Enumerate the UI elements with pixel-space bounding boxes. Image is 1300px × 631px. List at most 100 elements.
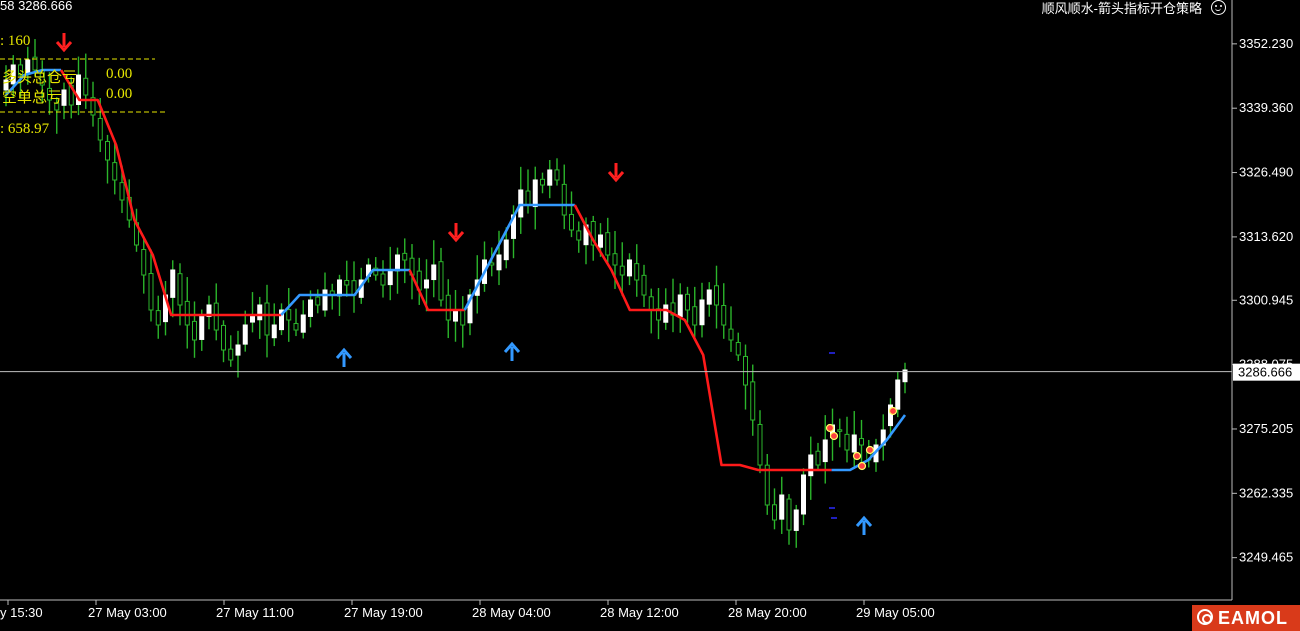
- candle-body: [286, 309, 292, 321]
- trade-marker: [825, 423, 835, 433]
- candle-body: [808, 454, 814, 477]
- candle-body: [569, 213, 574, 231]
- logo-text: EAMOL: [1218, 608, 1288, 628]
- candle-body: [663, 304, 669, 323]
- candle-body: [271, 324, 277, 339]
- candle-body: [264, 302, 270, 336]
- candle-body: [859, 438, 864, 446]
- current-price-label: 3286.666: [1233, 363, 1300, 381]
- trade-marker: [888, 406, 898, 416]
- info-line-3: 空单总亏: [2, 90, 63, 106]
- candle-body: [532, 179, 538, 208]
- candle-body: [540, 178, 545, 186]
- candle-body: [605, 232, 611, 256]
- candle-body: [706, 289, 712, 305]
- candle-body: [525, 190, 531, 206]
- candle-body: [293, 323, 299, 331]
- trade-marker: [852, 451, 862, 461]
- candle-body: [148, 273, 154, 311]
- candle-body: [257, 304, 263, 321]
- x-tick-label: y 15:30: [0, 605, 43, 620]
- info-line-1: : 160: [0, 33, 31, 49]
- candle-body: [561, 183, 567, 216]
- candle-body: [170, 269, 176, 298]
- trade-marker: [829, 431, 839, 441]
- candle-body: [518, 189, 524, 218]
- x-tick-label: 28 May 20:00: [728, 605, 807, 620]
- trade-marker: [857, 461, 867, 471]
- candle-body: [177, 273, 183, 306]
- smile-icon[interactable]: [1211, 0, 1226, 15]
- info-line-2-value: 0.00: [106, 66, 133, 82]
- x-tick-label: 28 May 04:00: [472, 605, 551, 620]
- candle-body: [895, 379, 901, 410]
- price-readout: 58 3286.666: [0, 0, 73, 13]
- candle-body: [228, 348, 234, 361]
- candle-body: [105, 140, 110, 161]
- y-tick-label: 3249.465: [1239, 550, 1293, 565]
- candle-body: [699, 299, 705, 326]
- info-line-2: 多头总仓亏: [2, 70, 78, 86]
- trade-marker: [865, 445, 875, 455]
- y-tick-label: 3300.945: [1239, 292, 1293, 307]
- eamol-logo: EAMOL: [1192, 605, 1300, 631]
- candle-body: [387, 269, 393, 286]
- candle-body: [822, 439, 828, 463]
- candle-body: [242, 324, 248, 345]
- candle-body: [692, 306, 698, 326]
- y-tick-label: 3339.360: [1239, 100, 1293, 115]
- candle-body: [677, 294, 683, 318]
- candle-body: [184, 300, 190, 326]
- candle-body: [119, 182, 125, 201]
- candle-body: [300, 314, 306, 333]
- candle-body: [685, 293, 690, 311]
- candle-body: [801, 474, 806, 515]
- candle-body: [503, 239, 509, 261]
- candle-body: [97, 117, 103, 141]
- candle-body: [83, 77, 89, 96]
- candle-body: [141, 249, 147, 276]
- candle-body: [612, 253, 618, 266]
- candle-body: [235, 344, 241, 356]
- candle-body: [395, 254, 400, 272]
- candle-body: [344, 279, 350, 286]
- candle-body: [793, 509, 799, 531]
- y-tick-label: 3313.620: [1239, 229, 1293, 244]
- candle-body: [547, 169, 553, 186]
- candle-body: [337, 279, 342, 297]
- y-tick-label: 3275.205: [1239, 421, 1293, 436]
- candle-body: [554, 169, 560, 181]
- candle-body: [315, 296, 321, 306]
- y-tick-label: 3326.490: [1239, 165, 1293, 180]
- candle-body: [648, 296, 654, 311]
- candle-body: [743, 355, 748, 386]
- candle-body: [714, 285, 719, 306]
- candle-body: [779, 494, 785, 520]
- candle-body: [496, 254, 502, 271]
- candle-body: [634, 263, 640, 281]
- candle-body: [772, 504, 777, 521]
- x-tick-label: 29 May 05:00: [856, 605, 935, 620]
- logo-mark-icon: [1197, 609, 1213, 625]
- candle-body: [641, 274, 647, 296]
- price-chart[interactable]: 3352.230 3339.360 3326.490 3313.620 3300.945…: [0, 0, 1300, 631]
- x-tick-label: 28 May 12:00: [600, 605, 679, 620]
- candle-body: [837, 429, 843, 432]
- candle-body: [192, 320, 197, 341]
- candle-body: [402, 252, 408, 261]
- candle-body: [750, 381, 756, 421]
- candle-body: [815, 450, 821, 466]
- candle-body: [380, 273, 386, 286]
- candle-body: [438, 261, 444, 301]
- candle-body: [424, 279, 429, 289]
- candle-body: [431, 264, 437, 281]
- candle-body: [213, 302, 219, 331]
- candle-body: [322, 289, 328, 311]
- candle-body: [627, 259, 632, 277]
- candle-body: [576, 230, 582, 241]
- indicator-title: 顺风顺水-箭头指标开仓策略: [1041, 1, 1202, 16]
- x-tick-label: 27 May 19:00: [344, 605, 423, 620]
- candle-body: [844, 433, 850, 451]
- candle-body: [851, 434, 857, 453]
- candle-body: [460, 309, 466, 326]
